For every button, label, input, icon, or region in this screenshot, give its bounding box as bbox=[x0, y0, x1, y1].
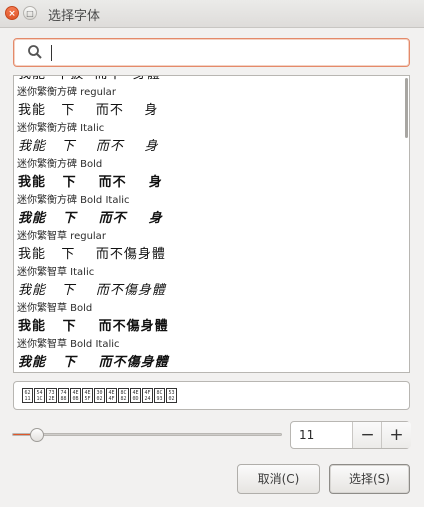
scrollbar-thumb[interactable] bbox=[405, 78, 408, 138]
title-bar: × □ 选择字体 bbox=[0, 0, 424, 28]
missing-glyph-box: 4E 5F bbox=[82, 388, 93, 403]
missing-glyph-box: 54 1C bbox=[34, 388, 45, 403]
font-family-name[interactable]: 迷你繁衡方碑 Bold Italic bbox=[14, 192, 409, 210]
size-slider-knob[interactable] bbox=[30, 428, 45, 442]
font-preview-sample[interactable]: 我能 下 而不傷身體 bbox=[14, 354, 409, 372]
font-preview-sample[interactable]: 我能 下 而不傷身體 bbox=[14, 282, 409, 300]
missing-glyph-box: 62 11 bbox=[22, 388, 33, 403]
font-family-name[interactable]: 迷你繁衡方碑 regular bbox=[14, 84, 409, 102]
preview-text: 62 11 54 1C 73 2E 74 88 4E 0B 4E 5F 30 02 4E 4F 8C 82 4E 0D… bbox=[22, 388, 178, 403]
missing-glyph-box: 8C 93 bbox=[154, 388, 165, 403]
text-caret bbox=[51, 45, 52, 61]
maximize-window-button[interactable]: □ bbox=[23, 6, 37, 20]
window-title: 选择字体 bbox=[48, 9, 101, 24]
preview-text-field[interactable]: 62 11 54 1C 73 2E 74 88 4E 0B 4E 5F 30 02 4E 4F 8C 82 4E 0D… bbox=[13, 381, 410, 410]
font-preview-sample[interactable]: 我能 下 而不 身 bbox=[14, 174, 409, 192]
search-input[interactable] bbox=[13, 38, 410, 67]
missing-glyph-box: 4E 0B bbox=[70, 388, 81, 403]
font-family-name[interactable]: 迷你繁智草 Bold Italic bbox=[14, 336, 409, 354]
increase-size-button[interactable]: + bbox=[381, 422, 411, 448]
missing-glyph-box: 4E 0D bbox=[130, 388, 141, 403]
font-family-name[interactable]: 迷你繁智草 regular bbox=[14, 228, 409, 246]
close-window-button[interactable]: × bbox=[5, 6, 19, 20]
missing-glyph-box: 53 02 bbox=[166, 388, 177, 403]
font-preview-sample[interactable]: 我能 下 而不 身 bbox=[14, 210, 409, 228]
font-preview-sample[interactable]: 我能 下 而不 身 bbox=[14, 138, 409, 156]
font-family-name[interactable]: 迷你繁智草 Bold bbox=[14, 300, 409, 318]
font-preview-sample[interactable]: 我能 下 而不傷身體 bbox=[14, 246, 409, 264]
size-value[interactable]: 11 bbox=[299, 428, 314, 442]
missing-glyph-box: 73 2E bbox=[46, 388, 57, 403]
missing-glyph-box: 4E 4F bbox=[106, 388, 117, 403]
select-button[interactable]: 选择(S) bbox=[329, 464, 410, 494]
font-list[interactable]: 我能 下披 而不 身體 迷你繁衡方碑 regular我能 下 而不 身迷你繁衡方… bbox=[13, 75, 410, 373]
missing-glyph-box: 74 88 bbox=[58, 388, 69, 403]
search-icon bbox=[28, 45, 42, 59]
font-family-name[interactable]: 迷你繁智草 Italic bbox=[14, 264, 409, 282]
cancel-button[interactable]: 取消(C) bbox=[237, 464, 320, 494]
font-preview-sample[interactable]: 我能 下 而不 身 bbox=[14, 102, 409, 120]
font-preview-partial: 我能 下披 而不 身體 bbox=[14, 76, 409, 84]
font-family-name[interactable]: 迷你繁衡方碑 Bold bbox=[14, 156, 409, 174]
missing-glyph-box: 8C 82 bbox=[118, 388, 129, 403]
missing-glyph-box: 30 02 bbox=[94, 388, 105, 403]
size-slider[interactable] bbox=[12, 428, 282, 442]
font-preview-sample[interactable]: 我能 下 而不傷身體 bbox=[14, 318, 409, 336]
missing-glyph-box: 4F 24 bbox=[142, 388, 153, 403]
decrease-size-button[interactable]: − bbox=[352, 422, 382, 448]
font-family-name[interactable]: 迷你繁衡方碑 Italic bbox=[14, 120, 409, 138]
size-spinbutton[interactable]: 11 − + bbox=[290, 421, 411, 449]
